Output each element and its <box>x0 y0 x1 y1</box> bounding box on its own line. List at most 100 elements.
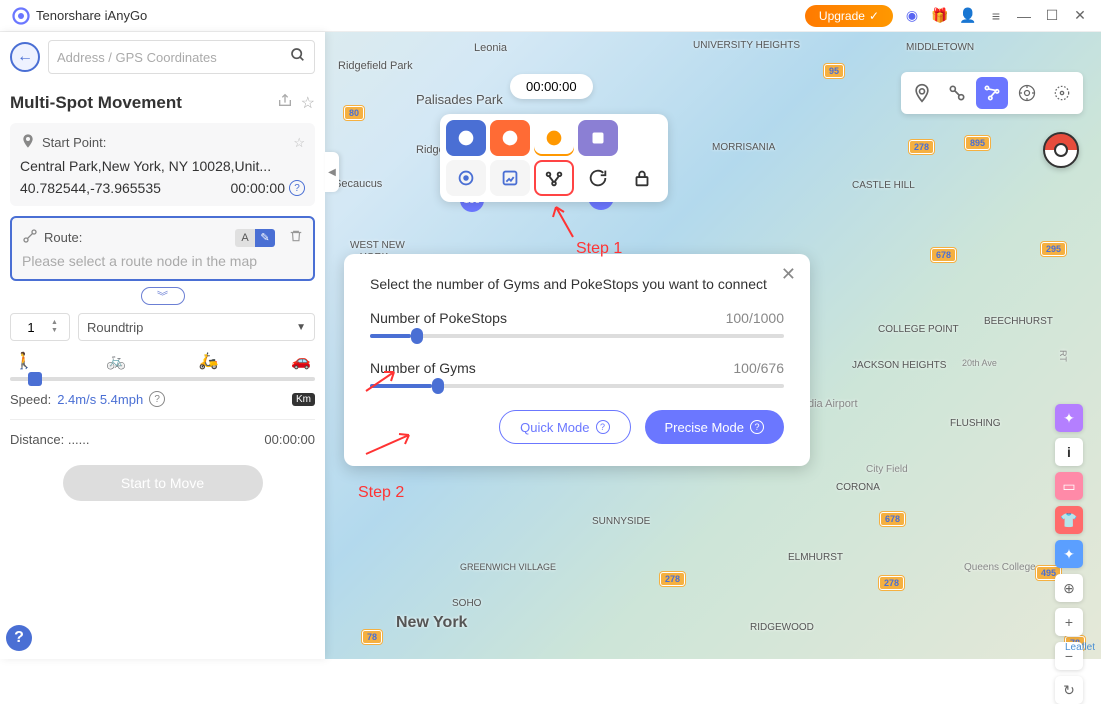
tool-btn-2[interactable]: ▭ <box>1055 472 1083 500</box>
precise-mode-button[interactable]: Precise Mode? <box>645 410 784 444</box>
speed-slider[interactable] <box>10 377 315 381</box>
expand-button[interactable]: ︾ <box>141 287 185 305</box>
trip-mode-select[interactable]: Roundtrip ▼ <box>78 313 315 341</box>
app-logo-icon <box>12 7 30 25</box>
mode-selector-bar <box>901 72 1083 114</box>
highway-badge: 678 <box>880 512 905 526</box>
game-mode-2[interactable] <box>490 120 530 156</box>
map-label: ELMHURST <box>788 552 843 563</box>
star-icon[interactable]: ☆ <box>293 135 305 151</box>
bike-icon[interactable]: 🚲 <box>106 351 126 371</box>
lock-button[interactable] <box>622 160 662 196</box>
game-mode-panel <box>440 114 668 202</box>
search-icon[interactable] <box>290 47 306 68</box>
two-spot-mode-icon[interactable] <box>941 77 973 109</box>
close-icon[interactable]: ✕ <box>1071 7 1089 25</box>
speed-thumb[interactable] <box>28 372 42 386</box>
start-move-button[interactable]: Start to Move <box>63 465 263 501</box>
map-label: Leonia <box>474 42 507 54</box>
back-button[interactable]: ← <box>10 42 40 72</box>
spin-up[interactable]: ▲ <box>51 319 58 327</box>
map-label: COLLEGE POINT <box>878 324 959 335</box>
user-icon[interactable]: 👤 <box>959 7 977 25</box>
highway-badge: 95 <box>824 64 844 78</box>
distance-label: Distance: <box>10 432 64 447</box>
info-button[interactable]: i <box>1055 438 1083 466</box>
toggle-edit[interactable]: ✎ <box>255 229 275 247</box>
sub-mode-2[interactable] <box>490 160 530 196</box>
tool-btn-3[interactable]: 👕 <box>1055 506 1083 534</box>
menu-icon[interactable]: ≡ <box>987 7 1005 25</box>
discord-icon[interactable]: ◉ <box>903 7 921 25</box>
loop-count-input[interactable]: ▲▼ <box>10 313 70 341</box>
maximize-icon[interactable]: ☐ <box>1043 7 1061 25</box>
joystick-mode-icon[interactable] <box>1011 77 1043 109</box>
favorite-icon[interactable]: ☆ <box>301 93 315 113</box>
route-hint: Please select a route node in the map <box>22 253 303 269</box>
map-label: RIDGEWOOD <box>750 622 814 633</box>
spin-down[interactable]: ▼ <box>51 327 58 335</box>
route-mode-toggle[interactable]: A ✎ <box>235 229 275 247</box>
pokestops-slider[interactable] <box>370 334 784 338</box>
quick-mode-button[interactable]: Quick Mode? <box>499 410 630 444</box>
reset-button[interactable]: ↻ <box>1055 676 1083 704</box>
help-float-button[interactable]: ? <box>6 625 32 651</box>
route-connect-button[interactable] <box>534 160 574 196</box>
map-label: MORRISANIA <box>712 142 775 153</box>
map-label: dia Airport <box>808 398 858 410</box>
car-icon[interactable]: 🚗 <box>291 351 311 371</box>
share-icon[interactable] <box>277 92 293 113</box>
minimize-icon[interactable]: — <box>1015 7 1033 25</box>
map-label: JACKSON HEIGHTS <box>852 360 946 371</box>
locate-button[interactable]: ⊕ <box>1055 574 1083 602</box>
highway-badge: 295 <box>1041 242 1066 256</box>
map-label: Secaucus <box>334 178 382 190</box>
sub-mode-1[interactable] <box>446 160 486 196</box>
upgrade-button[interactable]: Upgrade✓ <box>805 5 893 27</box>
map-label: FLUSHING <box>950 418 1001 429</box>
gyms-count: 100/676 <box>733 360 784 376</box>
help-icon[interactable]: ? <box>289 180 305 196</box>
tool-btn-4[interactable]: ✦ <box>1055 540 1083 568</box>
delete-icon[interactable] <box>289 229 303 246</box>
collapse-sidebar-button[interactable]: ◀ <box>325 152 339 192</box>
search-box[interactable] <box>48 40 315 74</box>
toggle-a[interactable]: A <box>235 229 255 247</box>
map-label: City Field <box>866 464 908 475</box>
scooter-icon[interactable]: 🛵 <box>199 351 219 371</box>
game-mode-3[interactable] <box>534 120 574 156</box>
map-label: SUNNYSIDE <box>592 516 650 527</box>
search-input[interactable] <box>57 50 290 65</box>
game-mode-1[interactable] <box>446 120 486 156</box>
gift-icon[interactable]: 🎁 <box>931 7 949 25</box>
loop-count-field[interactable] <box>11 320 51 335</box>
map-label: WEST NEW <box>350 240 405 251</box>
tool-btn-1[interactable]: ✦ <box>1055 404 1083 432</box>
route-label: Route: <box>44 230 229 245</box>
gyms-slider[interactable] <box>370 384 784 388</box>
start-point-card: Start Point: ☆ Central Park,New York, NY… <box>10 123 315 206</box>
pokeball-button[interactable] <box>1043 132 1079 168</box>
game-mode-4[interactable] <box>578 120 618 156</box>
km-badge[interactable]: Km <box>292 393 315 406</box>
dialog-title: Select the number of Gyms and PokeStops … <box>370 276 784 292</box>
gyms-thumb[interactable] <box>432 378 444 394</box>
highway-badge: 278 <box>909 140 934 154</box>
jump-mode-icon[interactable] <box>1046 77 1078 109</box>
refresh-button[interactable] <box>578 160 618 196</box>
leaflet-attribution[interactable]: Leaflet <box>1065 642 1095 653</box>
walk-icon[interactable]: 🚶 <box>14 351 34 371</box>
pin-icon <box>20 133 36 152</box>
teleport-mode-icon[interactable] <box>906 77 938 109</box>
zoom-in-button[interactable]: + <box>1055 608 1083 636</box>
help-icon[interactable]: ? <box>149 391 165 407</box>
map-label: MIDDLETOWN <box>906 42 974 53</box>
map-label: UNIVERSITY HEIGHTS <box>693 40 800 51</box>
sidebar: ← Multi-Spot Movement ☆ Start Point: ☆ C… <box>0 32 325 659</box>
multi-spot-mode-icon[interactable] <box>976 77 1008 109</box>
chevron-down-icon: ▼ <box>296 322 306 333</box>
start-time: 00:00:00 <box>231 180 286 196</box>
map-label: BEECHHURST <box>984 316 1053 327</box>
dialog-close-button[interactable]: ✕ <box>781 264 796 285</box>
pokestops-thumb[interactable] <box>411 328 423 344</box>
